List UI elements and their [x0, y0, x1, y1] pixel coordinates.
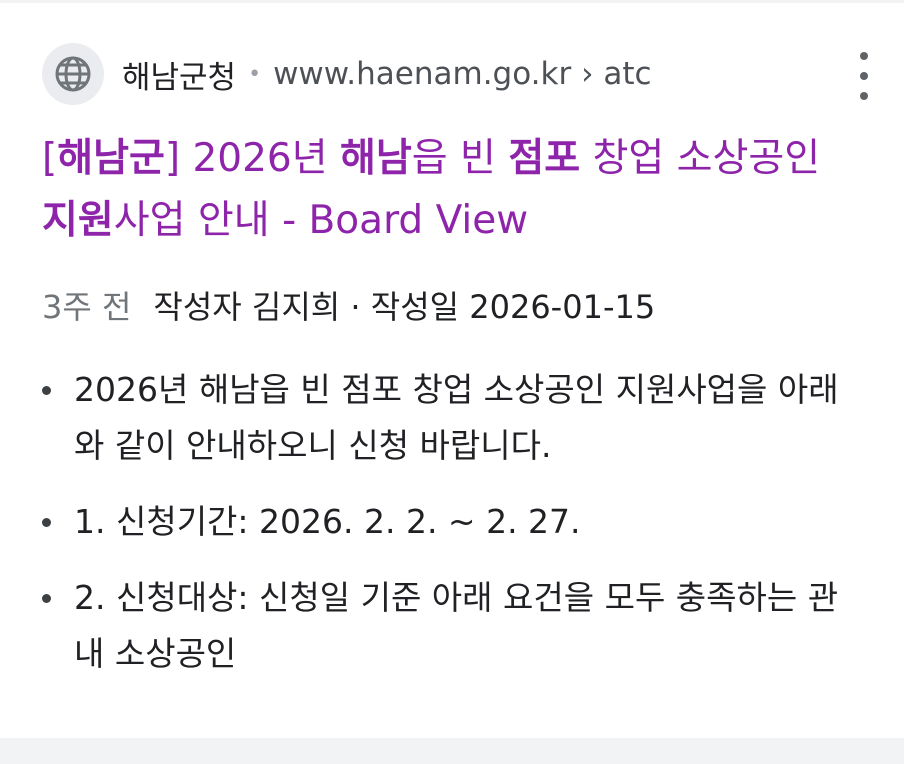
title-highlight: 지원 [42, 198, 114, 243]
result-age: 3주 전 [42, 288, 132, 326]
search-result-card: 해남군청 • www.haenam.go.kr › atc [해남군] 2026… [0, 0, 904, 738]
title-text: 창업 소상공인 [580, 136, 821, 181]
title-text: 읍 빈 [411, 136, 509, 181]
site-url: www.haenam.go.kr › atc [273, 56, 652, 92]
separator: • [248, 61, 262, 87]
divider [0, 0, 904, 3]
result-meta: 3주 전 작성자 김지희 · 작성일 2026-01-15 [42, 282, 655, 328]
more-vert-icon[interactable] [852, 52, 876, 100]
result-source[interactable]: 해남군청 • www.haenam.go.kr › atc [42, 42, 652, 106]
more-dot [860, 72, 868, 80]
result-title-link[interactable]: [해남군] 2026년 해남읍 빈 점포 창업 소상공인 지원사업 안내 - B… [42, 128, 862, 252]
title-text: [ [42, 136, 58, 181]
snippet-list: 2026년 해남읍 빈 점포 창업 소상공인 지원사업을 아래와 같이 안내하오… [42, 362, 842, 702]
list-item: 2. 신청대상: 신청일 기준 아래 요건을 모두 충족하는 관내 소상공인 [42, 570, 842, 682]
list-item: 2026년 해남읍 빈 점포 창업 소상공인 지원사업을 아래와 같이 안내하오… [42, 362, 842, 474]
more-dot [860, 52, 868, 60]
title-text: ] 2026년 [164, 136, 341, 181]
author-date: 작성자 김지희 · 작성일 2026-01-15 [153, 288, 656, 326]
title-highlight: 해남군 [57, 136, 165, 181]
title-highlight: 점포 [508, 136, 581, 181]
globe-icon [42, 43, 104, 105]
title-highlight: 해남 [340, 136, 412, 181]
site-name: 해남군청 [122, 59, 237, 96]
title-text: 사업 안내 - Board View [113, 198, 529, 243]
more-dot [860, 92, 868, 100]
list-item: 1. 신청기간: 2026. 2. 2. ~ 2. 27. [42, 494, 842, 550]
